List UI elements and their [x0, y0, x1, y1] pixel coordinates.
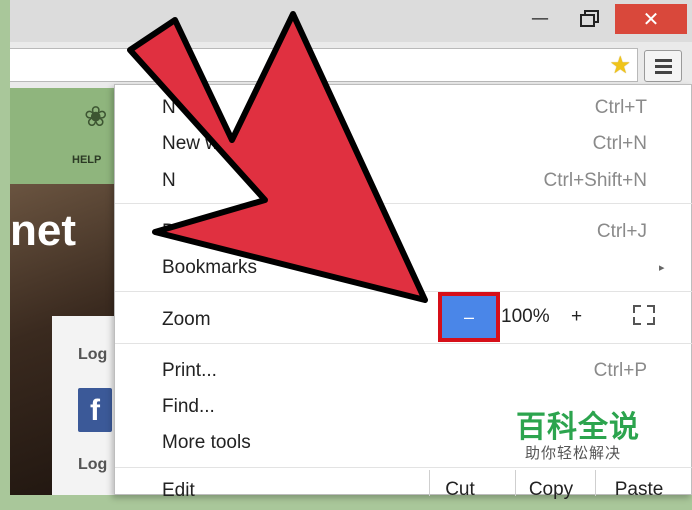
watermark-title: 百科全说	[516, 410, 640, 445]
browser-window: — ✕ ★ ❀ HELP net Log f Log N Ctrl+T New …	[0, 0, 692, 501]
watermark-subtitle: 助你轻松解决	[525, 444, 622, 462]
